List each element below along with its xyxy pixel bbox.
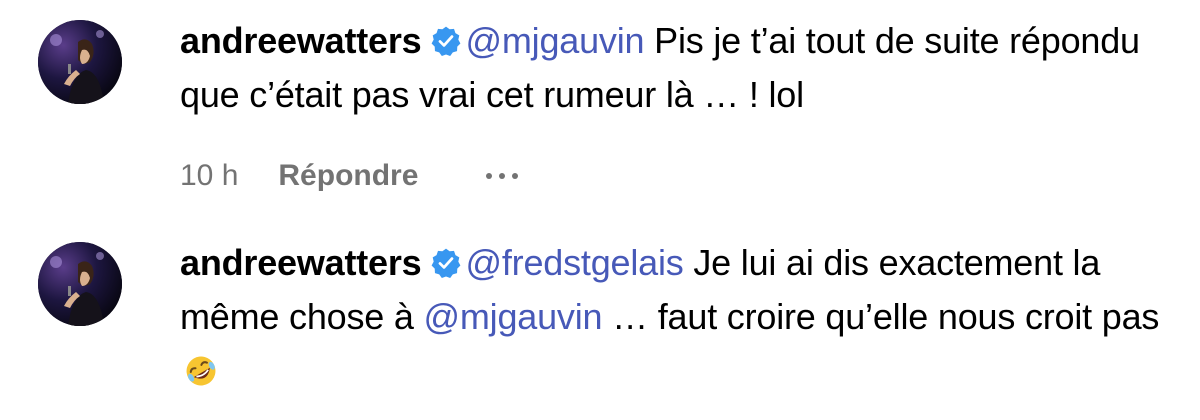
comment-text: … faut croire qu’elle nous croit pas <box>602 296 1160 337</box>
username[interactable]: andreewatters <box>180 20 422 61</box>
dot <box>512 173 519 179</box>
avatar-image <box>38 20 122 104</box>
comment-body: andreewatters @fredstgelais Je lui ai di… <box>180 236 1190 398</box>
reply-button[interactable]: Répondre <box>278 156 418 196</box>
rolling-on-floor-laughing-emoji-icon <box>186 356 216 386</box>
avatar-image <box>38 242 122 326</box>
username[interactable]: andreewatters <box>180 242 422 283</box>
dot <box>486 173 493 179</box>
dot <box>499 173 506 179</box>
comment-meta: 10 h Répondre <box>180 156 519 196</box>
mention-link[interactable]: @mjgauvin <box>424 296 603 337</box>
mention-link[interactable]: @fredstgelais <box>466 242 684 283</box>
avatar[interactable] <box>38 20 122 104</box>
avatar[interactable] <box>38 242 122 326</box>
more-options-icon[interactable] <box>486 156 519 196</box>
comment-body: andreewatters @mjgauvin Pis je t’ai tout… <box>180 14 1190 122</box>
verified-badge-icon <box>431 248 460 278</box>
mention-link[interactable]: @mjgauvin <box>466 20 645 61</box>
timestamp[interactable]: 10 h <box>180 156 238 196</box>
verified-badge-icon <box>431 26 460 56</box>
